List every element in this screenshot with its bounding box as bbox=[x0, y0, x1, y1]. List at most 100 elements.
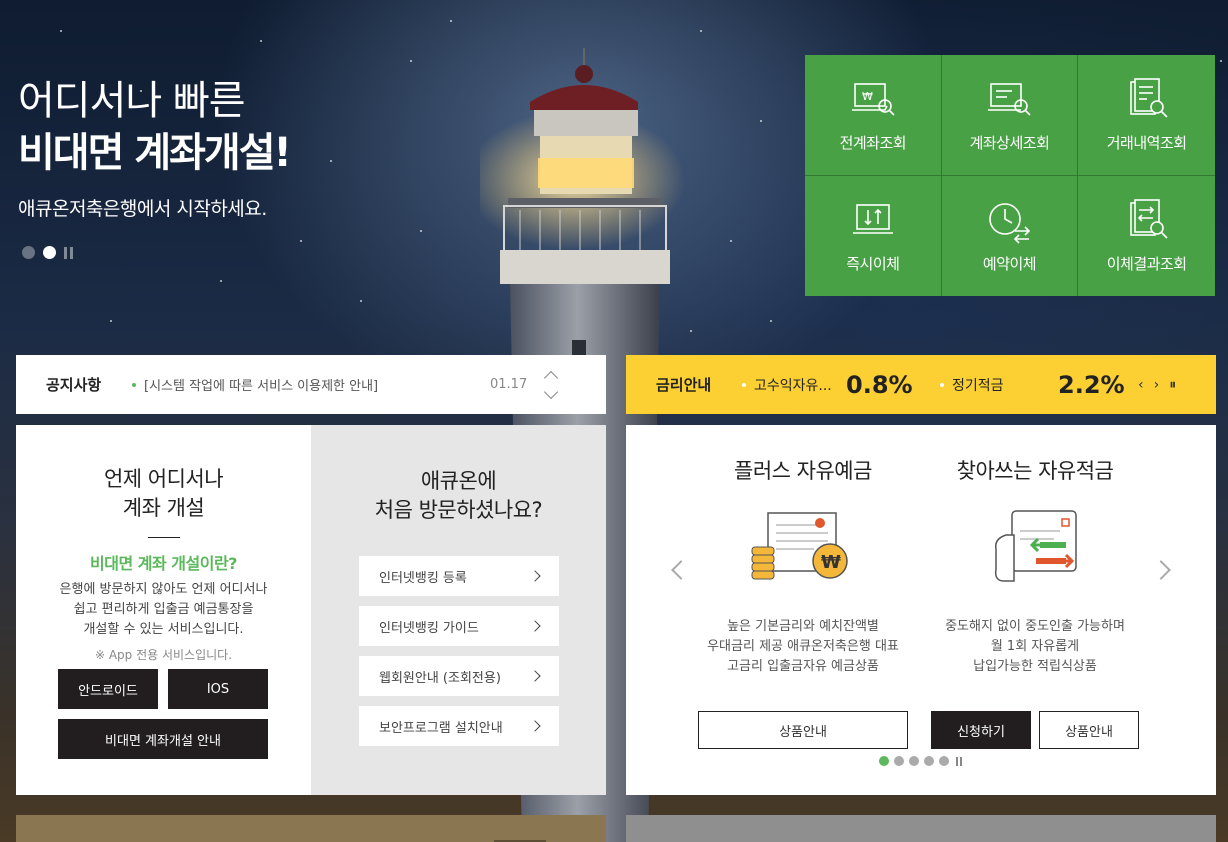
quick-menu-label: 즉시이체 bbox=[846, 255, 900, 274]
product-desc: 높은 기본금리와 예치잔액별 우대금리 제공 애큐온저축은행 대표 고금리 입출… bbox=[698, 617, 908, 677]
chevron-left-icon[interactable] bbox=[671, 560, 691, 580]
desc-line: 개설할 수 있는 서비스입니다. bbox=[83, 622, 244, 637]
ios-button[interactable]: IOS bbox=[168, 669, 268, 709]
desc-line: 납입가능한 적립식상품 bbox=[973, 659, 1097, 674]
quick-menu-label: 전계좌조회 bbox=[839, 134, 907, 153]
hero-pager-dot[interactable] bbox=[22, 246, 35, 259]
android-button[interactable]: 안드로이드 bbox=[58, 669, 158, 709]
notice-date: 01.17 bbox=[490, 377, 528, 392]
chevron-right-icon bbox=[529, 720, 541, 732]
history-search-icon bbox=[1129, 78, 1168, 118]
account-open-heading-line1: 언제 어디서나 bbox=[103, 467, 224, 491]
quick-menu-history[interactable]: 거래내역조회 bbox=[1078, 55, 1215, 176]
account-open-heading-line2: 계좌 개설 bbox=[122, 496, 205, 520]
chevron-right-icon bbox=[529, 570, 541, 582]
desc-line: 은행에 방문하지 않아도 언제 어디서나 bbox=[59, 582, 268, 597]
chevron-left-icon[interactable]: ‹ bbox=[1138, 377, 1144, 393]
hero-title-line1: 어디서나 빠른 bbox=[18, 78, 246, 124]
divider bbox=[147, 537, 180, 538]
pause-icon[interactable]: ⏸ bbox=[1169, 377, 1176, 393]
first-visit-heading-line1: 애큐온에 bbox=[420, 469, 497, 493]
first-visit-links: 인터넷뱅킹 등록 인터넷뱅킹 가이드 웹회원안내 (조회전용) 보안프로그램 설… bbox=[359, 556, 559, 756]
notice-bar: 공지사항 [시스템 작업에 따른 서비스 이용제한 안내] 01.17 bbox=[16, 355, 606, 414]
rate-controls: ‹ › ⏸ bbox=[1138, 377, 1176, 393]
product-info-button[interactable]: 상품안내 bbox=[698, 711, 908, 749]
quick-menu-label: 거래내역조회 bbox=[1106, 134, 1187, 153]
account-open-highlight: 비대면 계좌 개설이란? bbox=[90, 554, 237, 573]
pause-icon[interactable] bbox=[956, 756, 962, 766]
notice-arrows bbox=[543, 370, 559, 399]
product-apply-button[interactable]: 신청하기 bbox=[931, 711, 1031, 749]
product-desc: 중도해지 없이 중도인출 가능하며 월 1회 자유롭게 납입가능한 적립식상품 bbox=[930, 617, 1140, 677]
first-visit-heading-line2: 처음 방문하셨나요? bbox=[374, 498, 543, 522]
account-open-heading: 언제 어디서나 계좌 개설 bbox=[16, 465, 311, 523]
hero-subtitle: 애큐온저축은행에서 시작하세요. bbox=[18, 198, 267, 220]
account-open-panel: 언제 어디서나 계좌 개설 비대면 계좌 개설이란? 은행에 방문하지 않아도 … bbox=[16, 425, 311, 795]
chevron-right-icon bbox=[529, 620, 541, 632]
account-open-guide-button[interactable]: 비대면 계좌개설 안내 bbox=[58, 719, 268, 759]
chevron-right-icon[interactable] bbox=[1151, 560, 1171, 580]
notice-title: 공지사항 bbox=[46, 376, 102, 394]
chevron-up-icon[interactable] bbox=[543, 370, 559, 385]
desc-line: 쉽고 편리하게 입출금 예금통장을 bbox=[73, 602, 254, 617]
product-info-button[interactable]: 상품안내 bbox=[1039, 711, 1139, 749]
link-label: 웹회원안내 (조회전용) bbox=[379, 670, 501, 686]
product-card-free-savings: 찾아쓰는 자유적금 중도해지 없이 중도인출 가능하며 월 1회 자유롭게 납입… bbox=[930, 455, 1140, 749]
link-internet-banking-register[interactable]: 인터넷뱅킹 등록 bbox=[359, 556, 559, 596]
quick-menu-account-detail[interactable]: 계좌상세조회 bbox=[941, 55, 1079, 176]
products-pager bbox=[879, 756, 962, 766]
quick-menu-instant-transfer[interactable]: 즉시이체 bbox=[805, 175, 942, 296]
rate-name[interactable]: 정기적금 bbox=[952, 375, 1058, 395]
account-open-note: ※ App 전용 서비스입니다. bbox=[94, 648, 233, 662]
desc-line: 중도해지 없이 중도인출 가능하며 bbox=[945, 619, 1125, 634]
savings-transfer-icon bbox=[994, 510, 1077, 582]
scheduled-transfer-icon bbox=[989, 203, 1031, 244]
link-label: 인터넷뱅킹 등록 bbox=[379, 570, 467, 586]
quick-menu-transfer-result[interactable]: 이체결과조회 bbox=[1078, 176, 1215, 297]
svg-text:₩: ₩ bbox=[862, 90, 873, 103]
bullet-icon bbox=[742, 382, 746, 387]
bullet-icon bbox=[940, 382, 944, 387]
quick-menu-scheduled-transfer[interactable]: 예약이체 bbox=[942, 175, 1079, 296]
rate-name[interactable]: 고수익자유... bbox=[754, 375, 846, 395]
deposit-coin-icon: ₩ bbox=[751, 512, 848, 580]
svg-text:₩: ₩ bbox=[821, 552, 841, 573]
transfer-icon bbox=[852, 204, 893, 235]
quick-menu-label: 이체결과조회 bbox=[1106, 255, 1187, 274]
link-security-install[interactable]: 보안프로그램 설치안내 bbox=[359, 706, 559, 746]
bottom-banner-left[interactable] bbox=[16, 815, 606, 842]
hero-title-line2: 비대면 계좌개설! bbox=[18, 130, 292, 176]
bullet-icon bbox=[132, 382, 136, 387]
rate-value: 0.8% bbox=[846, 370, 913, 399]
pause-icon[interactable] bbox=[64, 246, 74, 259]
bottom-banner-right[interactable] bbox=[626, 815, 1216, 842]
desc-line: 높은 기본금리와 예치잔액별 bbox=[727, 619, 879, 634]
product-card-plus-deposit: 플러스 자유예금 ₩ 높은 기본금리와 예치잔액별 우대금리 제공 애큐온저축은… bbox=[698, 455, 908, 749]
account-open-buttons: 안드로이드 IOS 비대면 계좌개설 안내 bbox=[58, 669, 268, 759]
account-detail-icon bbox=[988, 83, 1032, 116]
link-web-member-guide[interactable]: 웹회원안내 (조회전용) bbox=[359, 656, 559, 696]
pager-dot[interactable] bbox=[939, 756, 949, 766]
notice-link[interactable]: [시스템 작업에 따른 서비스 이용제한 안내] bbox=[144, 375, 490, 394]
quick-menu-all-accounts[interactable]: ₩ 전계좌조회 bbox=[805, 55, 942, 176]
account-open-desc: 은행에 방문하지 않아도 언제 어디서나 쉽고 편리하게 입출금 예금통장을 개… bbox=[16, 580, 311, 640]
product-buttons: 신청하기 상품안내 bbox=[930, 711, 1140, 749]
quick-menu-label: 계좌상세조회 bbox=[969, 134, 1050, 153]
quick-menu-label: 예약이체 bbox=[982, 255, 1037, 274]
rate-bar: 금리안내 고수익자유... 0.8% 정기적금 2.2% ‹ › ⏸ bbox=[626, 355, 1216, 414]
pager-dot-active[interactable] bbox=[879, 756, 889, 766]
desc-line: 고금리 입출금자유 예금상품 bbox=[727, 659, 879, 674]
products-panel: 플러스 자유예금 ₩ 높은 기본금리와 예치잔액별 우대금리 제공 애큐온저축은… bbox=[626, 425, 1216, 795]
pager-dot[interactable] bbox=[894, 756, 904, 766]
first-visit-panel: 애큐온에 처음 방문하셨나요? 인터넷뱅킹 등록 인터넷뱅킹 가이드 웹회원안내… bbox=[311, 425, 606, 795]
pager-dot[interactable] bbox=[909, 756, 919, 766]
rate-value: 2.2% bbox=[1058, 370, 1125, 399]
link-internet-banking-guide[interactable]: 인터넷뱅킹 가이드 bbox=[359, 606, 559, 646]
hero-pager bbox=[22, 246, 74, 259]
link-label: 보안프로그램 설치안내 bbox=[379, 720, 503, 736]
pager-dot[interactable] bbox=[924, 756, 934, 766]
hero-pager-dot-active[interactable] bbox=[43, 246, 56, 259]
chevron-down-icon[interactable] bbox=[543, 384, 559, 399]
transfer-result-icon bbox=[1129, 199, 1168, 239]
chevron-right-icon[interactable]: › bbox=[1154, 377, 1160, 393]
